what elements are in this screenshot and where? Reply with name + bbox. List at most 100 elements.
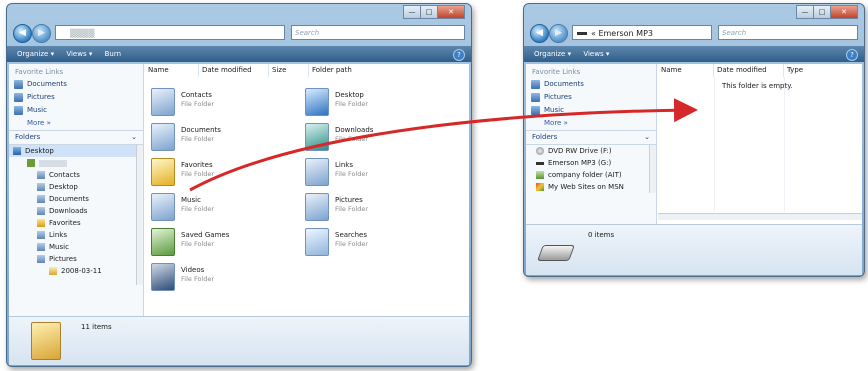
folder-item-music[interactable]: Music File Folder xyxy=(151,193,291,223)
tree-scrollbar[interactable] xyxy=(136,145,143,285)
organize-button[interactable]: Organize ▾ xyxy=(534,46,571,62)
tree-item-company-folder[interactable]: company folder (AIT) xyxy=(526,169,656,181)
explorer-window-user-folder: — □ ✕ ◀ ▶ ▒▒▒▒ Search Organize ▾ Views ▾… xyxy=(6,3,472,367)
minimize-button[interactable]: — xyxy=(403,5,421,19)
network-drive-icon xyxy=(536,171,544,179)
close-button[interactable]: ✕ xyxy=(437,5,465,19)
horizontal-scrollbar[interactable] xyxy=(658,213,862,220)
explorer-body: Favorite Links Documents Pictures Music … xyxy=(9,64,469,316)
tree-item-pictures[interactable]: Pictures xyxy=(9,253,143,265)
tree-item-dvd-rw-drive[interactable]: DVD RW Drive (F:) xyxy=(526,145,656,157)
close-button[interactable]: ✕ xyxy=(830,5,858,19)
favorite-link-documents[interactable]: Documents xyxy=(9,78,143,91)
favorite-link-documents[interactable]: Documents xyxy=(526,78,656,91)
burn-button[interactable]: Burn xyxy=(105,46,121,62)
folder-item-desktop[interactable]: Desktop File Folder xyxy=(305,88,445,118)
folder-item-pictures[interactable]: Pictures File Folder xyxy=(305,193,445,223)
tree-item-documents[interactable]: Documents xyxy=(9,193,143,205)
folder-icon xyxy=(49,267,57,275)
videos-folder-icon xyxy=(151,263,175,291)
folder-item-searches[interactable]: Searches File Folder xyxy=(305,228,445,258)
folder-item-favorites[interactable]: Favorites File Folder xyxy=(151,158,291,188)
details-pane: 11 items xyxy=(9,316,469,365)
column-header-folder-path[interactable]: Folder path xyxy=(309,64,389,77)
title-bar[interactable]: — □ ✕ xyxy=(524,4,864,21)
tree-item-desktop[interactable]: Desktop xyxy=(9,145,143,157)
folder-item-downloads[interactable]: Downloads File Folder xyxy=(305,123,445,153)
tree-item-2008-03-11[interactable]: 2008-03-11 xyxy=(9,265,143,277)
tree-item-user[interactable] xyxy=(9,157,143,169)
views-button[interactable]: Views ▾ xyxy=(66,46,92,62)
search-placeholder: Search xyxy=(295,29,320,37)
column-divider xyxy=(784,77,785,212)
forward-button[interactable]: ▶ xyxy=(32,24,51,43)
organize-button[interactable]: Organize ▾ xyxy=(17,46,54,62)
tree-item-emerson-mp3[interactable]: Emerson MP3 (G:) xyxy=(526,157,656,169)
folder-item-documents[interactable]: Documents File Folder xyxy=(151,123,291,153)
forward-button[interactable]: ▶ xyxy=(549,24,568,43)
help-icon[interactable]: ? xyxy=(846,49,858,61)
tree-item-downloads[interactable]: Downloads xyxy=(9,205,143,217)
folders-header[interactable]: Folders ⌄ xyxy=(526,130,656,145)
more-links[interactable]: More » xyxy=(526,117,656,130)
search-input[interactable]: Search xyxy=(718,25,858,40)
column-header-date-modified[interactable]: Date modified xyxy=(714,64,784,77)
documents-folder-icon xyxy=(151,123,175,151)
empty-folder-message: This folder is empty. xyxy=(722,82,793,90)
tree-item-favorites[interactable]: Favorites xyxy=(9,217,143,229)
navigation-pane: Favorite Links Documents Pictures Music … xyxy=(526,64,657,224)
tree-item-desktop-sub[interactable]: Desktop xyxy=(9,181,143,193)
details-pane: 0 items xyxy=(526,224,862,275)
folder-item-saved-games[interactable]: Saved Games File Folder xyxy=(151,228,291,258)
minimize-button[interactable]: — xyxy=(796,5,814,19)
maximize-button[interactable]: □ xyxy=(420,5,438,19)
explorer-body: Favorite Links Documents Pictures Music … xyxy=(526,64,862,224)
file-list: Name Date modified Type This folder is e… xyxy=(658,64,862,224)
favorite-link-pictures[interactable]: Pictures xyxy=(526,91,656,104)
dvd-drive-icon xyxy=(536,147,544,155)
favorite-link-music[interactable]: Music xyxy=(526,104,656,117)
music-icon xyxy=(14,106,23,115)
favorite-link-music[interactable]: Music xyxy=(9,104,143,117)
folder-icon xyxy=(37,231,45,239)
downloads-folder-icon xyxy=(305,123,329,151)
column-header-size[interactable]: Size xyxy=(269,64,309,77)
chevron-down-icon: ⌄ xyxy=(644,133,650,141)
address-bar[interactable]: ▒▒▒▒ xyxy=(55,25,285,40)
folder-preview-icon xyxy=(31,322,61,360)
music-folder-icon xyxy=(151,193,175,221)
search-input[interactable]: Search xyxy=(291,25,465,40)
folders-header[interactable]: Folders ⌄ xyxy=(9,130,143,145)
explorer-window-emerson-mp3: — □ ✕ ◀ ▶ « Emerson MP3 Search Organize … xyxy=(523,3,865,277)
favorite-links-header: Favorite Links xyxy=(532,68,581,76)
views-button[interactable]: Views ▾ xyxy=(583,46,609,62)
maximize-button[interactable]: □ xyxy=(813,5,831,19)
tree-item-links[interactable]: Links xyxy=(9,229,143,241)
back-button[interactable]: ◀ xyxy=(530,24,549,43)
documents-icon xyxy=(531,80,540,89)
folder-item-contacts[interactable]: Contacts File Folder xyxy=(151,88,291,118)
favorite-link-pictures[interactable]: Pictures xyxy=(9,91,143,104)
back-button[interactable]: ◀ xyxy=(13,24,32,43)
file-list: Name Date modified Size Folder path Cont… xyxy=(145,64,469,316)
folder-icon xyxy=(37,207,45,215)
folder-icon xyxy=(37,171,45,179)
title-bar[interactable]: — □ ✕ xyxy=(7,4,471,21)
column-header-type[interactable]: Type xyxy=(784,64,824,77)
tree-item-contacts[interactable]: Contacts xyxy=(9,169,143,181)
tree-scrollbar[interactable] xyxy=(649,145,656,193)
column-header-name[interactable]: Name xyxy=(658,64,714,77)
address-bar[interactable]: « Emerson MP3 xyxy=(572,25,712,40)
folder-item-links[interactable]: Links File Folder xyxy=(305,158,445,188)
contacts-folder-icon xyxy=(151,88,175,116)
tree-item-music[interactable]: Music xyxy=(9,241,143,253)
tree-item-my-web-sites[interactable]: My Web Sites on MSN xyxy=(526,181,656,193)
column-header-name[interactable]: Name xyxy=(145,64,199,77)
item-count: 11 items xyxy=(81,323,112,331)
favorites-star-icon xyxy=(151,158,175,186)
folder-item-videos[interactable]: Videos File Folder xyxy=(151,263,291,293)
column-header-date-modified[interactable]: Date modified xyxy=(199,64,269,77)
desktop-folder-icon xyxy=(305,88,329,116)
help-icon[interactable]: ? xyxy=(453,49,465,61)
more-links[interactable]: More » xyxy=(9,117,143,130)
